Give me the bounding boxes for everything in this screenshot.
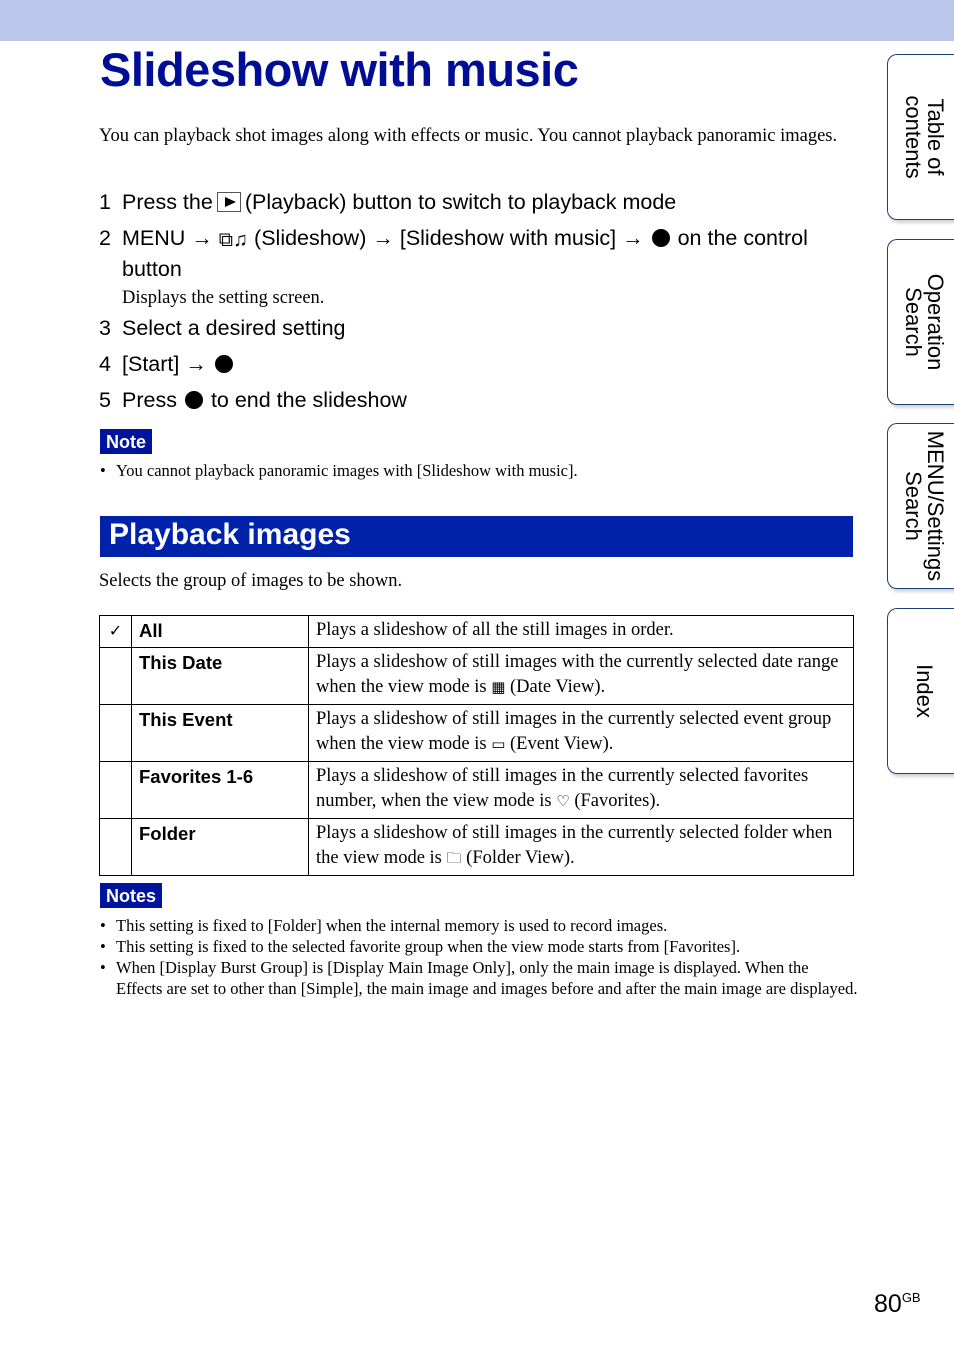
description-text: Plays a slideshow of all the still image… (316, 620, 674, 640)
step-text: (Slideshow) (254, 226, 367, 250)
center-button-icon (184, 391, 203, 409)
arrow-icon: → (622, 226, 644, 250)
slideshow-icon: ⧉♫ (218, 229, 249, 251)
notes-item: This setting is fixed to [Folder] when t… (99, 915, 859, 936)
step-subtext: Displays the setting screen. (122, 288, 325, 308)
step-5: 5 Press to end the slideshow (99, 386, 859, 415)
playback-images-table: ✓ All Plays a slideshow of all the still i… (99, 615, 854, 876)
folder-view-icon: 🗀 (446, 849, 462, 867)
checkmark-cell (99, 818, 132, 876)
step-1: 1 Press the (Playback) button to switch t… (99, 188, 859, 217)
description-text: (Event View). (510, 734, 614, 754)
tab-label: Operation (922, 273, 948, 371)
step-2: 2 MENU → ⧉♫ (Slideshow) → [Slideshow wit… (99, 224, 859, 310)
checkmark-cell: ✓ (99, 615, 132, 648)
tab-operation-search[interactable]: Operation Search (887, 239, 954, 405)
note-badge: Note (100, 429, 152, 454)
page-title: Slideshow with music (100, 43, 579, 96)
step-text: [Slideshow with music] (399, 226, 617, 250)
event-view-icon: ▭ (491, 735, 506, 753)
description-text: (Favorites). (574, 791, 661, 811)
table-row: ✓ All Plays a slideshow of all the still i… (99, 615, 854, 648)
step-text: Select a desired setting (122, 316, 346, 340)
checkmark-cell (99, 647, 132, 705)
step-text: (Playback) button to switch to playback … (244, 190, 677, 214)
step-number: 3 (99, 316, 111, 340)
page-suffix: GB (901, 1290, 921, 1305)
checkmark-icon: ✓ (108, 621, 123, 640)
table-row: Favorites 1-6 Plays a slideshow of still … (99, 761, 854, 819)
step-text: [Start] (122, 352, 180, 376)
option-name: Favorites 1-6 (131, 761, 309, 819)
option-name: All (131, 615, 309, 648)
option-description: Plays a slideshow of still images in the… (308, 704, 854, 762)
option-name: This Event (131, 704, 309, 762)
tab-index[interactable]: Index (887, 608, 954, 774)
tab-table-of-contents[interactable]: Table of contents (887, 54, 954, 220)
table-row: This Date Plays a slideshow of still imag… (99, 647, 854, 705)
description-text: (Date View). (510, 677, 606, 697)
notes-list: This setting is fixed to [Folder] when t… (99, 915, 859, 999)
tab-label: Table of (922, 98, 948, 176)
page-number: 80GB (874, 1290, 921, 1319)
step-text: Press (122, 388, 177, 412)
checkmark-cell (99, 704, 132, 762)
favorites-icon: ♡ (556, 792, 570, 810)
arrow-icon: → (191, 226, 213, 250)
center-button-icon (214, 355, 233, 373)
notes-badge: Notes (100, 883, 163, 908)
note-list: You cannot playback panoramic images wit… (99, 460, 859, 481)
step-4: 4 [Start] → (99, 350, 859, 379)
description-text: (Folder View). (466, 848, 575, 868)
step-3: 3 Select a desired setting (99, 314, 859, 343)
step-text: to end the slideshow (210, 388, 407, 412)
tab-label: contents (900, 95, 926, 179)
step-number: 5 (99, 388, 111, 412)
option-name: Folder (131, 818, 309, 876)
notes-item: This setting is fixed to the selected fa… (99, 936, 859, 957)
playback-icon (216, 192, 241, 212)
arrow-icon: → (185, 352, 207, 376)
checkmark-cell (99, 761, 132, 819)
option-description: Plays a slideshow of still images in the… (308, 761, 854, 819)
tab-menu-settings-search[interactable]: MENU/Settings Search (887, 423, 954, 589)
section-description: Selects the group of images to be shown. (99, 571, 403, 591)
center-button-icon (651, 229, 670, 247)
section-heading: Playback images (100, 516, 853, 557)
top-banner (0, 0, 954, 41)
intro-paragraph: You can playback shot images along with … (99, 126, 838, 146)
date-view-icon: ▦ (491, 678, 506, 696)
step-number: 1 (99, 190, 111, 214)
tab-label: Search (900, 471, 926, 541)
step-text: Press the (122, 190, 213, 214)
option-description: Plays a slideshow of all the still image… (308, 615, 854, 648)
tab-label: Search (900, 287, 926, 357)
step-number: 2 (99, 226, 111, 250)
step-number: 4 (99, 352, 111, 376)
option-name: This Date (131, 647, 309, 705)
step-text: MENU (122, 226, 186, 250)
tab-label: Index (911, 664, 937, 718)
steps-list: 1 Press the (Playback) button to switch t… (99, 188, 859, 415)
arrow-icon: → (372, 226, 394, 250)
page-number-value: 80 (874, 1290, 902, 1318)
option-description: Plays a slideshow of still images with t… (308, 647, 854, 705)
table-row: Folder Plays a slideshow of still images … (99, 818, 854, 876)
option-description: Plays a slideshow of still images in the… (308, 818, 854, 876)
tab-label: MENU/Settings (922, 430, 948, 582)
notes-item: When [Display Burst Group] is [Display M… (99, 957, 859, 999)
note-item: You cannot playback panoramic images wit… (99, 460, 859, 481)
table-row: This Event Plays a slideshow of still ima… (99, 704, 854, 762)
